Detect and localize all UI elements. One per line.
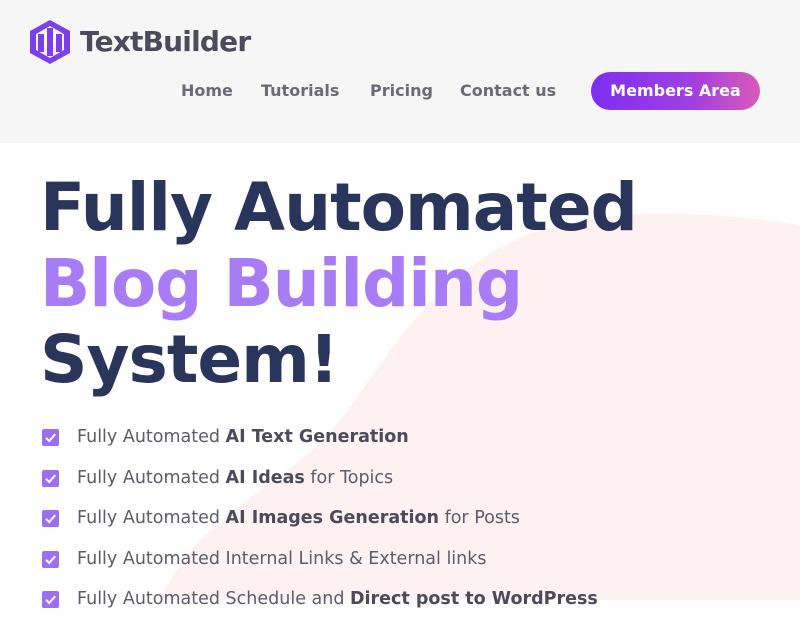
feature-text: Fully Automated AI Ideas for Topics bbox=[77, 467, 394, 488]
members-area-button[interactable]: Members Area bbox=[591, 72, 760, 110]
feature-text: Fully Automated AI Text Generation bbox=[77, 427, 409, 447]
nav-home-link[interactable]: Home bbox=[181, 78, 233, 104]
checkbox-checked-icon bbox=[42, 510, 59, 527]
nav-tutorials-link[interactable]: Tutorials bbox=[261, 78, 339, 104]
checkbox-checked-icon bbox=[42, 429, 59, 446]
feature-text: Fully Automated Schedule and Direct post… bbox=[77, 589, 598, 609]
textbuilder-logo-icon bbox=[30, 20, 70, 64]
site-logo[interactable]: TextBuilder bbox=[26, 18, 251, 66]
hero-line-3: System! bbox=[40, 321, 339, 398]
nav-pricing-link[interactable]: Pricing bbox=[370, 78, 433, 104]
site-logo-text: TextBuilder bbox=[80, 25, 251, 58]
checkbox-checked-icon bbox=[42, 550, 59, 568]
hero-heading: Fully Automated Blog Building System! bbox=[40, 169, 638, 398]
checkbox-checked-icon bbox=[42, 469, 59, 487]
hero-line-2: Blog Building bbox=[40, 245, 523, 322]
hero-line-1: Fully Automated bbox=[40, 169, 638, 246]
feature-text: Fully Automated AI Images Generation for… bbox=[77, 508, 520, 528]
site-header: TextBuilder Home Tutorials Pricing Conta… bbox=[0, 0, 800, 143]
feature-text: Fully Automated Internal Links & Externa… bbox=[77, 548, 487, 569]
nav-contact-link[interactable]: Contact us bbox=[460, 78, 556, 104]
